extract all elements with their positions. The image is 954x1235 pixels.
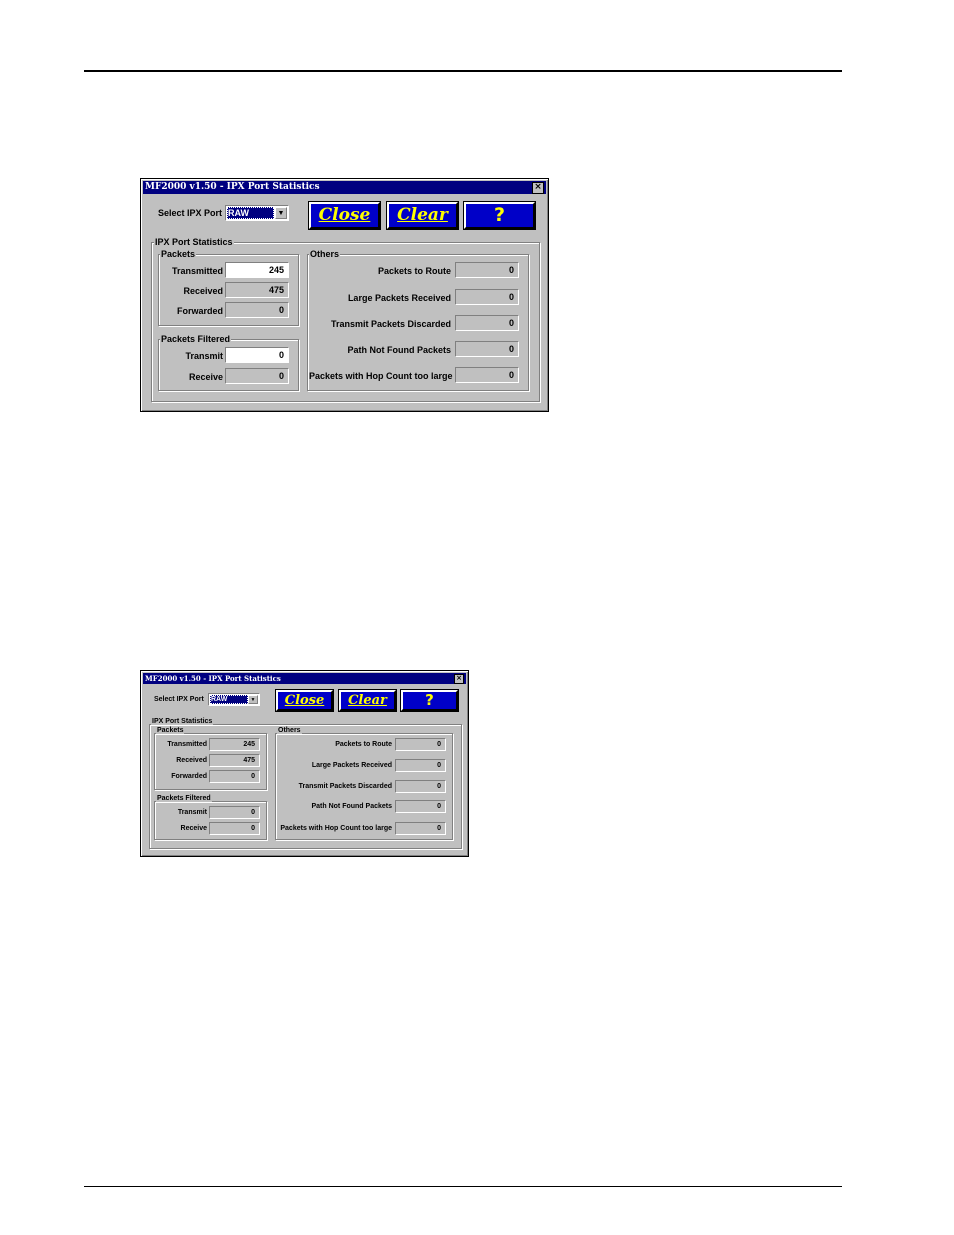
others-group-title: Others <box>309 249 341 259</box>
transmitted-value: 245 <box>209 738 260 751</box>
question-icon: ? <box>425 691 434 709</box>
path-not-found-value: 0 <box>395 800 446 813</box>
help-button[interactable]: ? <box>401 690 458 711</box>
close-button[interactable]: Close <box>276 690 333 711</box>
hop-count-value: 0 <box>395 822 446 835</box>
packets-to-route-label: Packets to Route <box>377 266 451 276</box>
transmit-label: Transmit <box>177 809 207 816</box>
packets-to-route-value: 0 <box>455 262 519 278</box>
packets-group-title: Packets <box>160 249 197 259</box>
receive-label: Receive <box>180 825 207 832</box>
hop-count-label: Packets with Hop Count too large <box>280 825 392 832</box>
others-group-title: Others <box>277 727 302 734</box>
port-select-value: RAW <box>210 695 248 704</box>
dialog-title: MF2000 v1.50 - IPX Port Statistics <box>145 182 320 192</box>
packets-to-route-value: 0 <box>395 738 446 751</box>
large-packets-label: Large Packets Received <box>347 293 451 303</box>
ipx-stats-dialog-large: MF2000 v1.50 - IPX Port Statistics × Sel… <box>140 178 549 412</box>
packets-group-title: Packets <box>156 727 185 734</box>
port-select[interactable]: RAW ▼ <box>208 693 260 706</box>
receive-value: 0 <box>225 368 289 384</box>
transmit-discarded-value: 0 <box>455 315 519 331</box>
transmit-discarded-label: Transmit Packets Discarded <box>330 319 451 329</box>
close-window-button[interactable]: × <box>454 674 464 684</box>
title-bar: MF2000 v1.50 - IPX Port Statistics × <box>143 181 546 194</box>
page-bottom-rule <box>84 1186 842 1187</box>
large-packets-label: Large Packets Received <box>311 762 392 769</box>
receive-value: 0 <box>209 822 260 835</box>
hop-count-value: 0 <box>455 367 519 383</box>
forwarded-value: 0 <box>225 302 289 318</box>
forwarded-label: Forwarded <box>171 773 207 780</box>
port-select-value: RAW <box>227 207 274 219</box>
transmitted-value: 245 <box>225 262 289 278</box>
received-label: Received <box>183 286 223 296</box>
port-select[interactable]: RAW ▼ <box>225 205 289 221</box>
forwarded-value: 0 <box>209 770 260 783</box>
received-value: 475 <box>209 754 260 767</box>
hop-count-label: Packets with Hop Count too large <box>309 371 453 381</box>
transmit-value: 0 <box>225 347 289 363</box>
title-bar: MF2000 v1.50 - IPX Port Statistics × <box>143 673 466 684</box>
close-window-button[interactable]: × <box>532 182 544 194</box>
chevron-down-icon[interactable]: ▼ <box>275 207 287 219</box>
transmit-label: Transmit <box>185 351 223 361</box>
transmit-discarded-value: 0 <box>395 780 446 793</box>
forwarded-label: Forwarded <box>176 306 223 316</box>
clear-button[interactable]: Clear <box>387 202 458 229</box>
help-button[interactable]: ? <box>464 202 535 229</box>
path-not-found-label: Path Not Found Packets <box>347 345 451 355</box>
chevron-down-icon[interactable]: ▼ <box>248 695 258 704</box>
dialog-title: MF2000 v1.50 - IPX Port Statistics <box>145 674 281 683</box>
stats-group-title: IPX Port Statistics <box>151 718 214 725</box>
received-label: Received <box>176 757 207 764</box>
large-packets-value: 0 <box>455 289 519 305</box>
page-top-rule <box>84 70 842 72</box>
question-icon: ? <box>493 204 506 226</box>
receive-label: Receive <box>188 372 223 382</box>
select-port-label: Select IPX Port <box>154 696 204 703</box>
transmitted-label: Transmitted <box>167 741 207 748</box>
filtered-group-title: Packets Filtered <box>160 334 232 344</box>
path-not-found-label: Path Not Found Packets <box>311 803 392 810</box>
ipx-stats-dialog-small: MF2000 v1.50 - IPX Port Statistics × Sel… <box>140 670 469 857</box>
packets-to-route-label: Packets to Route <box>335 741 392 748</box>
select-port-label: Select IPX Port <box>158 208 223 218</box>
clear-button[interactable]: Clear <box>339 690 396 711</box>
filtered-group-title: Packets Filtered <box>156 795 212 802</box>
transmit-value: 0 <box>209 806 260 819</box>
received-value: 475 <box>225 282 289 298</box>
stats-group-title: IPX Port Statistics <box>154 237 234 247</box>
transmitted-label: Transmitted <box>171 266 223 276</box>
transmit-discarded-label: Transmit Packets Discarded <box>298 783 392 790</box>
close-button[interactable]: Close <box>309 202 380 229</box>
path-not-found-value: 0 <box>455 341 519 357</box>
large-packets-value: 0 <box>395 759 446 772</box>
